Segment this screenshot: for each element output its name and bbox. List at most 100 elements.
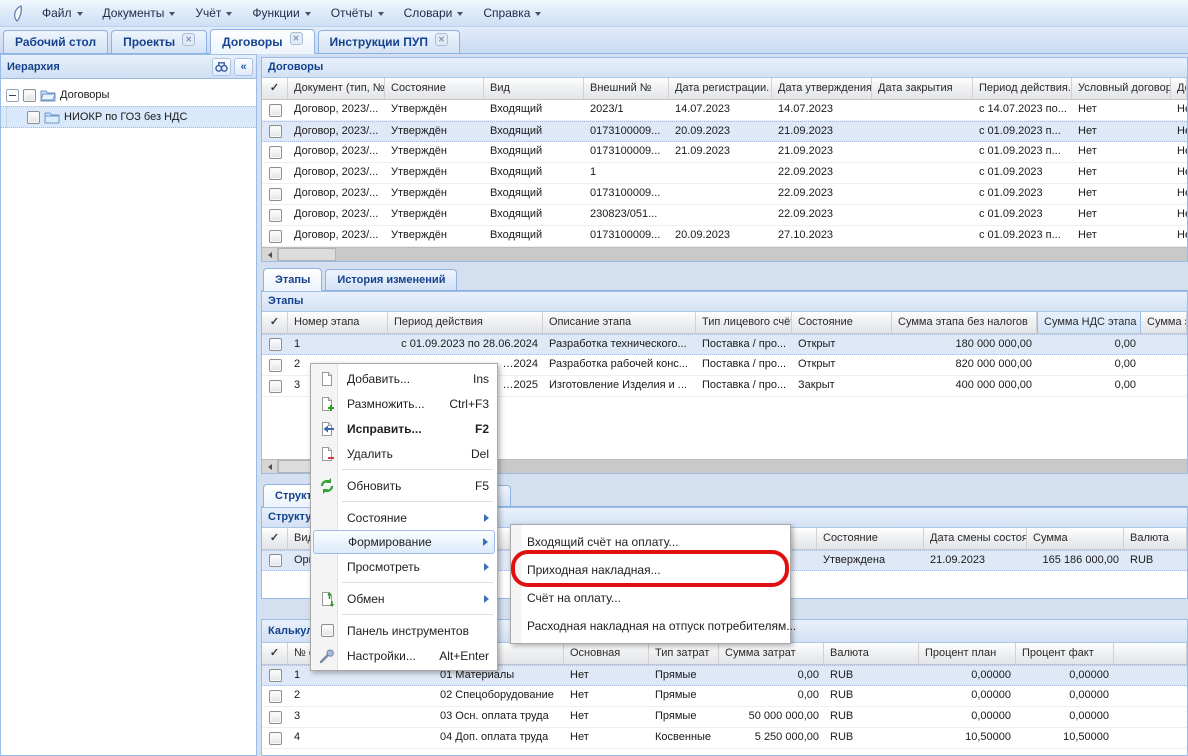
table-row[interactable]: Договор, 2023/...УтверждёнВходящий230823… [262,205,1187,226]
column-header[interactable]: Состояние [385,78,484,99]
close-icon[interactable]: ✕ [435,33,448,46]
row-checkbox[interactable] [262,122,288,141]
submenu-item[interactable]: Приходная накладная... [513,556,788,584]
tab-change-history[interactable]: История изменений [325,269,457,290]
menubar-item-functions[interactable]: Функции [242,3,320,23]
row-checkbox[interactable] [262,707,288,727]
row-checkbox[interactable] [262,686,288,706]
column-header[interactable]: ✓ [262,78,288,99]
column-header[interactable]: Состояние [817,528,924,549]
column-header[interactable]: Тип затрат [649,643,719,664]
column-header[interactable]: Сумма затрат [719,643,824,664]
table-row[interactable]: 202 СпецоборудованиеНетПрямые0,00RUB0,00… [262,686,1187,707]
close-icon[interactable]: ✕ [182,33,195,46]
column-header[interactable]: ✓ [262,312,288,333]
menubar-item-dictionaries[interactable]: Словари [394,3,474,23]
column-header[interactable]: Тип лицевого счёт [696,312,792,333]
menubar-item-file[interactable]: Файл [32,3,93,23]
column-header[interactable]: Период действия.. [973,78,1072,99]
tab-desktop[interactable]: Рабочий стол [3,30,108,53]
menubar-item-accounting[interactable]: Учёт [185,3,242,23]
row-checkbox[interactable] [262,163,288,183]
context-menu-item[interactable]: Настройки...Alt+Enter [313,643,495,668]
column-header[interactable]: Валюта [824,643,919,664]
row-checkbox[interactable] [262,142,288,162]
menubar-item-documents[interactable]: Документы [93,3,186,23]
submenu-item[interactable]: Расходная накладная на отпуск потребител… [513,612,788,640]
tree-expander-icon[interactable] [6,89,19,102]
context-menu-item[interactable]: ОбновитьF5 [313,473,495,498]
table-row[interactable]: 404 Доп. оплата трудаНетКосвенные5 250 0… [262,728,1187,749]
column-header[interactable]: Внешний № [584,78,669,99]
table-row[interactable]: 1с 01.09.2023 по 28.06.2024Разработка те… [262,334,1187,355]
tab-pup-instructions[interactable]: Инструкции ПУП✕ [318,30,460,53]
column-header[interactable]: ✓ [262,643,288,664]
column-header[interactable]: Состояние [792,312,892,333]
column-header[interactable] [1114,643,1187,664]
tab-stages[interactable]: Этапы [263,268,322,291]
column-header[interactable]: Дата утверждения [772,78,872,99]
tab-contracts[interactable]: Договоры✕ [210,29,314,54]
context-menu-item[interactable]: Панель инструментов [313,618,495,643]
menubar-item-reports[interactable]: Отчёты [321,3,394,23]
table-row[interactable]: 303 Осн. оплата трудаНетПрямые50 000 000… [262,707,1187,728]
context-menu-item[interactable]: УдалитьDel [313,441,495,466]
table-row[interactable]: Договор, 2023/...УтверждёнВходящий122.09… [262,163,1187,184]
close-icon[interactable]: ✕ [290,32,303,45]
column-header[interactable]: Дата регистрации. [669,78,772,99]
column-header[interactable]: ✓ [262,528,288,549]
table-row[interactable]: Договор, 2023/...УтверждёнВходящий017310… [262,226,1187,247]
submenu-item[interactable]: Счёт на оплату... [513,584,788,612]
column-header[interactable]: Основная [564,643,649,664]
scroll-left-icon[interactable] [262,460,278,473]
column-header[interactable]: Валюта [1124,528,1187,549]
table-row[interactable]: Договор, 2023/...УтверждёнВходящий017310… [262,184,1187,205]
row-checkbox[interactable] [262,551,288,570]
column-header[interactable]: Дата закрытия [872,78,973,99]
column-header[interactable]: До [1171,78,1187,99]
context-menu-item[interactable]: Добавить...Ins [313,366,495,391]
column-header[interactable]: Сумма эт [1141,312,1187,333]
context-menu-item[interactable]: Просмотреть [313,554,495,579]
row-checkbox[interactable] [262,376,288,396]
column-header[interactable]: Документ (тип, № [288,78,385,99]
scroll-left-icon[interactable] [262,248,278,261]
column-header[interactable]: Вид [484,78,584,99]
context-menu-item[interactable]: Исправить...F2 [313,416,495,441]
submenu-item[interactable]: Входящий счёт на оплату... [513,528,788,556]
tab-projects[interactable]: Проекты✕ [111,30,207,53]
tree-node[interactable]: Договоры [1,84,256,106]
table-row[interactable]: Договор, 2023/...УтверждёнВходящий017310… [262,121,1187,142]
row-checkbox[interactable] [262,100,288,120]
column-header[interactable]: Период действия [388,312,543,333]
row-checkbox[interactable] [262,184,288,204]
row-checkbox[interactable] [262,335,288,354]
column-header[interactable]: Описание этапа [543,312,696,333]
horizontal-scrollbar[interactable] [262,247,1187,261]
scrollbar-thumb[interactable] [278,248,336,261]
context-menu-item[interactable]: Размножить...Ctrl+F3 [313,391,495,416]
tree-node[interactable]: НИОКР по ГОЗ без НДС [1,106,256,128]
row-checkbox[interactable] [262,666,288,685]
row-checkbox[interactable] [262,728,288,748]
search-icon[interactable] [212,58,231,76]
menubar-item-help[interactable]: Справка [473,3,551,23]
row-checkbox[interactable] [262,226,288,246]
tree-checkbox[interactable] [23,89,36,102]
column-header[interactable]: Номер этапа [288,312,388,333]
collapse-left-icon[interactable]: « [234,58,253,76]
table-row[interactable]: Договор, 2023/...УтверждёнВходящий2023/1… [262,100,1187,121]
context-menu-item[interactable]: Формирование [313,530,495,554]
column-header[interactable]: Сумма НДС этапа [1037,312,1141,333]
context-menu-item[interactable]: Обмен [313,586,495,611]
row-checkbox[interactable] [262,355,288,375]
tree-checkbox[interactable] [27,111,40,124]
column-header[interactable]: Процент план [919,643,1016,664]
column-header[interactable]: Дата смены состоя [924,528,1027,549]
column-header[interactable]: Сумма этапа без налогов [892,312,1037,333]
row-checkbox[interactable] [262,205,288,225]
context-menu-item[interactable]: Состояние [313,505,495,530]
column-header[interactable]: Сумма [1027,528,1124,549]
table-row[interactable]: Договор, 2023/...УтверждёнВходящий017310… [262,142,1187,163]
column-header[interactable]: Процент факт [1016,643,1114,664]
